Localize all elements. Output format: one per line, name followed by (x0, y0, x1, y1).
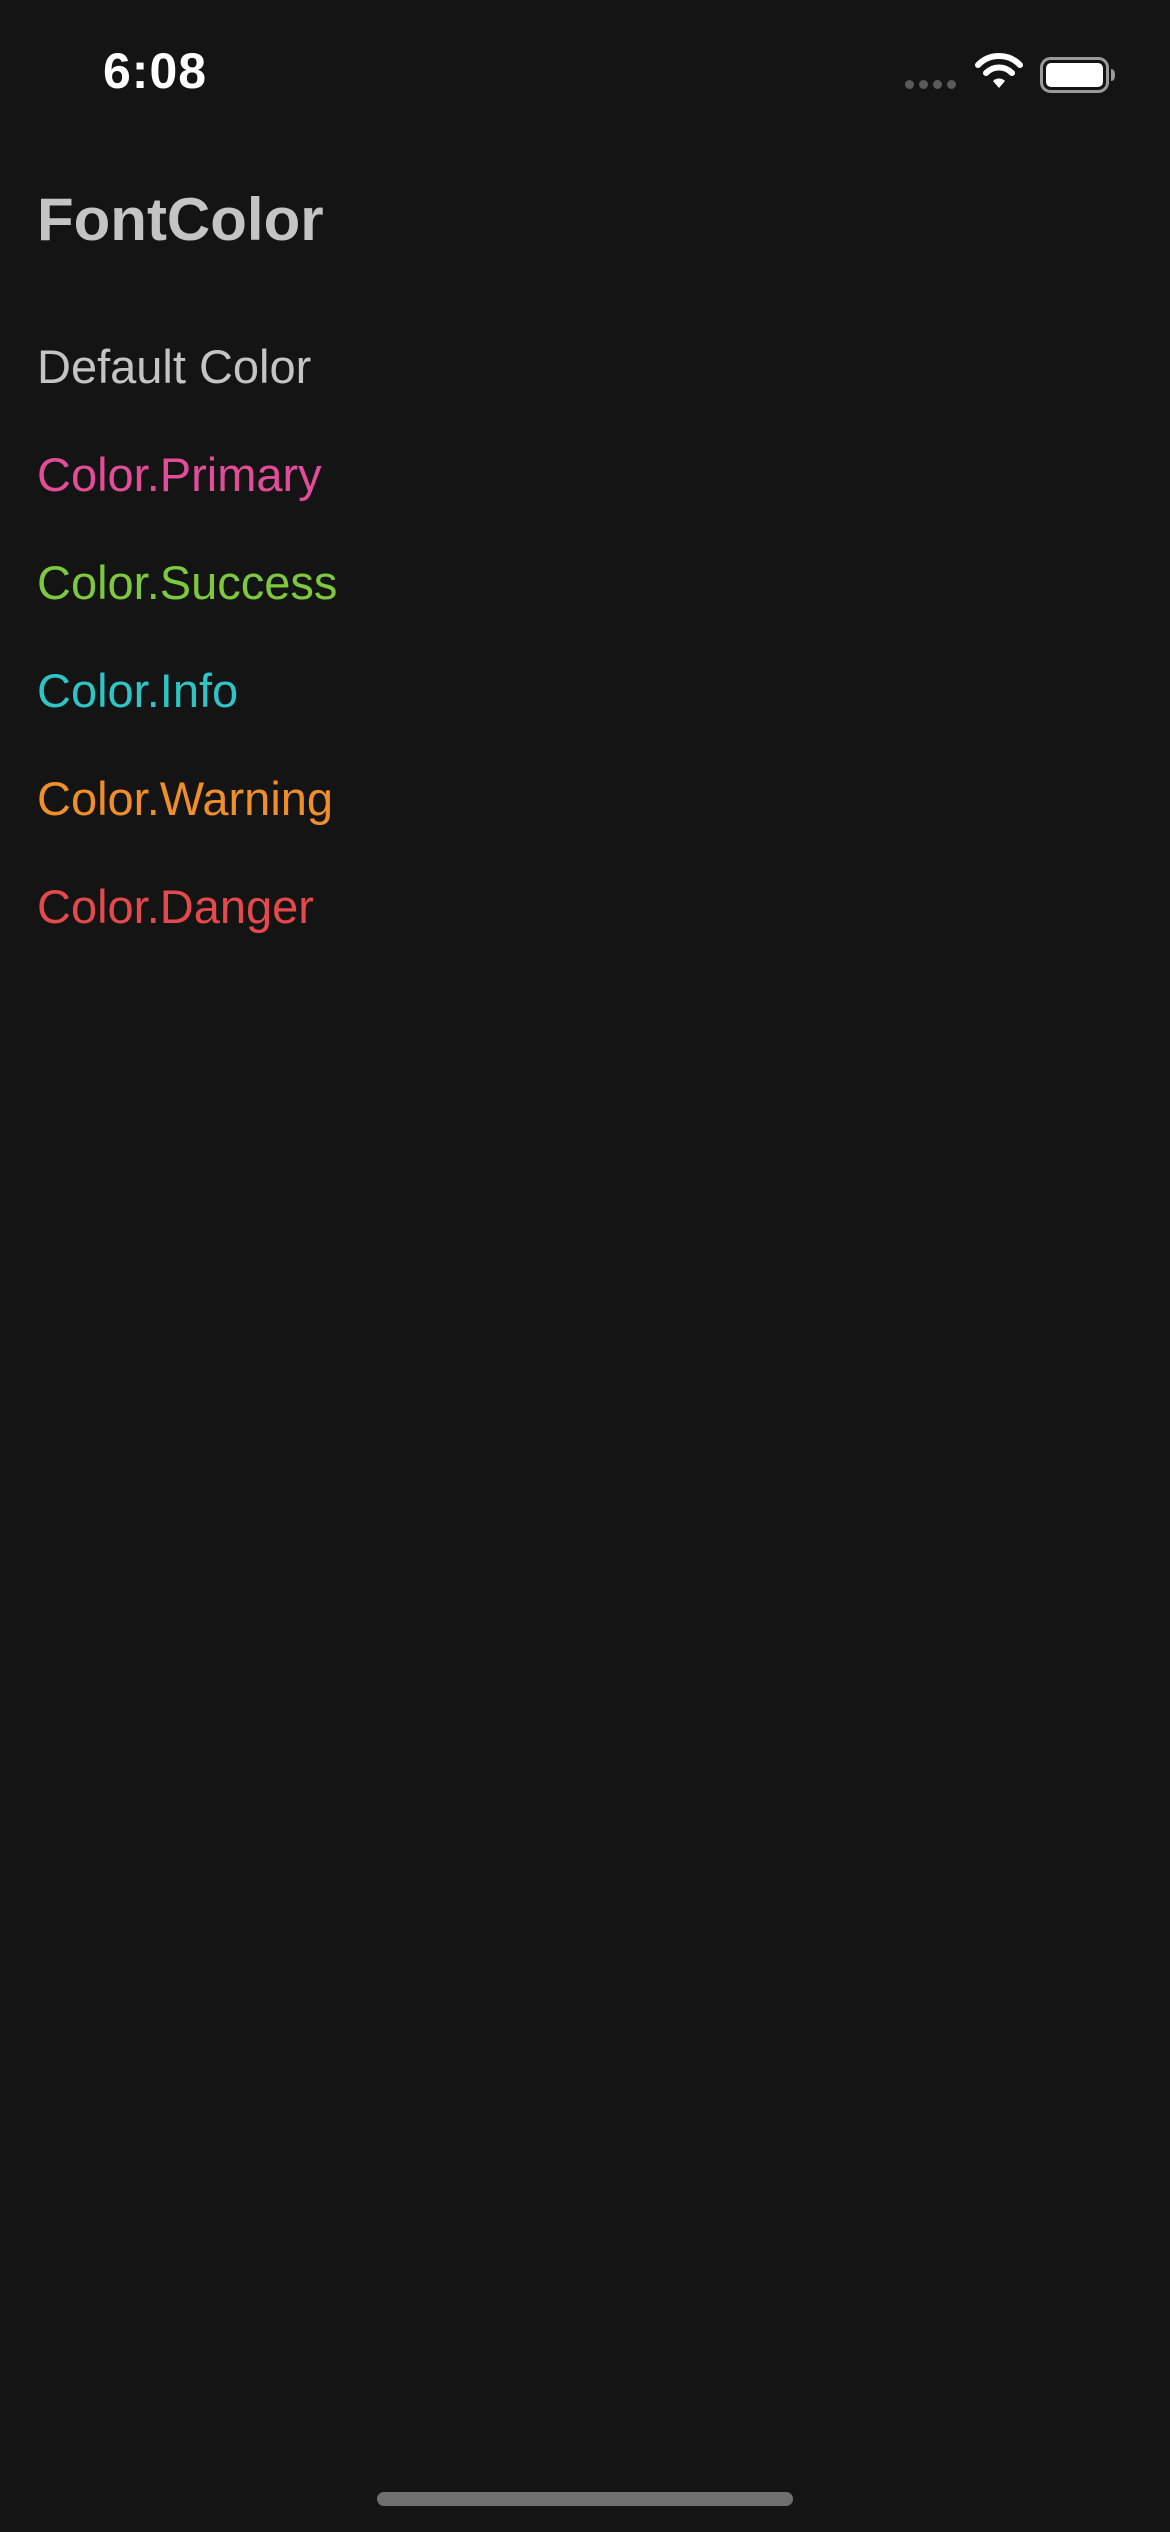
list-item-color-warning: Color.Warning (37, 772, 334, 825)
list-item-color-info: Color.Info (37, 664, 239, 717)
list-item-color-success: Color.Success (37, 556, 338, 609)
battery-icon (1040, 57, 1115, 93)
cellular-signal-icon (905, 80, 956, 89)
list-item-default-color: Default Color (37, 340, 312, 393)
status-time: 6:08 (103, 43, 208, 99)
status-bar: 6:08 (0, 0, 1170, 150)
page-title: FontColor (37, 186, 324, 253)
list-item-color-primary: Color.Primary (37, 448, 322, 501)
home-indicator[interactable] (377, 2492, 793, 2506)
wifi-icon (975, 53, 1023, 88)
color-list: Default Color Color.Primary Color.Succes… (37, 340, 337, 988)
list-item-color-danger: Color.Danger (37, 880, 314, 933)
